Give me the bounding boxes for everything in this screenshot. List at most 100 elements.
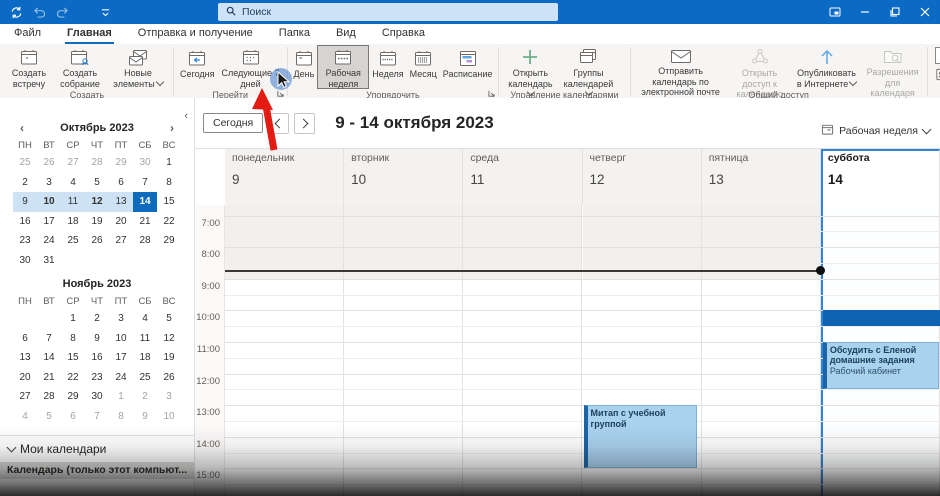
mini-day[interactable]: 21: [133, 212, 157, 232]
mini-day[interactable]: 17: [37, 212, 61, 232]
day-header[interactable]: среда11: [463, 149, 582, 205]
mini-day[interactable]: 10: [109, 329, 133, 349]
next-month-button[interactable]: ›: [165, 120, 179, 136]
collapse-pane-icon[interactable]: ‹: [184, 110, 188, 122]
send-receive-icon[interactable]: [10, 6, 23, 19]
email-calendar-button[interactable]: Отправить календарь по электронной почте: [634, 45, 728, 89]
mini-day[interactable]: 12: [157, 329, 181, 349]
tab-file[interactable]: Файл: [12, 25, 43, 44]
mini-day[interactable]: 12: [85, 192, 109, 212]
mini-day[interactable]: 1: [61, 309, 85, 329]
mini-day[interactable]: 18: [133, 348, 157, 368]
new-items-button[interactable]: Новые элементы: [106, 45, 170, 89]
address-book-button[interactable]: Адресная книга: [935, 68, 940, 84]
mini-day[interactable]: 23: [85, 368, 109, 388]
mini-day[interactable]: 26: [37, 153, 61, 173]
mini-day[interactable]: 27: [13, 387, 37, 407]
tab-view[interactable]: Вид: [334, 25, 358, 44]
view-schedule-button[interactable]: Расписание: [440, 45, 496, 89]
mini-day[interactable]: 6: [13, 329, 37, 349]
calendar-groups-button[interactable]: Группы календарей: [558, 45, 618, 89]
mini-day[interactable]: 25: [133, 368, 157, 388]
mini-day[interactable]: 24: [109, 368, 133, 388]
mini-day[interactable]: 14: [37, 348, 61, 368]
mini-day[interactable]: 5: [157, 309, 181, 329]
tab-help[interactable]: Справка: [380, 25, 427, 44]
new-appointment-button[interactable]: Создать встречу: [4, 45, 54, 89]
mini-day[interactable]: 11: [61, 192, 85, 212]
day-header[interactable]: пятница13: [702, 149, 821, 205]
prev-month-button[interactable]: ‹: [15, 120, 29, 136]
day-header[interactable]: понедельник9: [225, 149, 344, 205]
ribbon-display-options-icon[interactable]: [820, 0, 850, 24]
mini-day[interactable]: 25: [13, 153, 37, 173]
calendar-event[interactable]: Митап с учебной группой: [584, 405, 697, 468]
mini-day[interactable]: 8: [61, 329, 85, 349]
view-month-button[interactable]: Месяц: [407, 45, 440, 89]
mini-day[interactable]: 7: [85, 407, 109, 427]
mini-day[interactable]: 13: [109, 192, 133, 212]
mini-day[interactable]: 2: [85, 309, 109, 329]
mini-day[interactable]: 27: [109, 231, 133, 251]
mini-day[interactable]: 7: [37, 329, 61, 349]
mini-day[interactable]: 9: [85, 329, 109, 349]
mini-day[interactable]: 1: [157, 153, 181, 173]
view-selector[interactable]: Рабочая неделя: [821, 123, 930, 139]
mini-day[interactable]: 30: [85, 387, 109, 407]
mini-day[interactable]: 9: [133, 407, 157, 427]
today-button[interactable]: Сегодня: [203, 113, 263, 133]
mini-day[interactable]: 30: [13, 251, 37, 271]
mini-day[interactable]: 11: [133, 329, 157, 349]
mini-day[interactable]: 23: [13, 231, 37, 251]
mini-day[interactable]: 5: [85, 173, 109, 193]
view-work-week-button[interactable]: Рабочая неделя: [317, 45, 369, 89]
mini-day[interactable]: 1: [109, 387, 133, 407]
mini-day[interactable]: 16: [85, 348, 109, 368]
mini-day[interactable]: 31: [37, 251, 61, 271]
mini-day[interactable]: 28: [85, 153, 109, 173]
view-day-button[interactable]: День: [291, 45, 318, 89]
tab-home[interactable]: Главная: [65, 25, 114, 44]
mini-day[interactable]: 3: [109, 309, 133, 329]
back-button[interactable]: [268, 113, 289, 134]
mini-day[interactable]: 24: [37, 231, 61, 251]
mini-day[interactable]: 19: [85, 212, 109, 232]
mini-day[interactable]: 10: [157, 407, 181, 427]
mini-day[interactable]: 4: [133, 309, 157, 329]
mini-day[interactable]: 29: [109, 153, 133, 173]
mini-day[interactable]: 19: [157, 348, 181, 368]
qat-customize-icon[interactable]: [101, 8, 110, 17]
mini-day[interactable]: 2: [13, 173, 37, 193]
mini-day[interactable]: 29: [61, 387, 85, 407]
minimize-button[interactable]: [850, 0, 880, 24]
go-today-button[interactable]: Сегодня: [177, 45, 218, 89]
mini-day[interactable]: 7: [133, 173, 157, 193]
day-header[interactable]: четверг12: [583, 149, 702, 205]
mini-day[interactable]: 22: [61, 368, 85, 388]
mini-day[interactable]: 14: [133, 192, 157, 212]
undo-icon[interactable]: [33, 7, 46, 18]
mini-day[interactable]: 4: [13, 407, 37, 427]
open-calendar-button[interactable]: Открыть календарь: [502, 45, 558, 89]
mini-day[interactable]: 10: [37, 192, 61, 212]
mini-day[interactable]: 16: [13, 212, 37, 232]
mini-day[interactable]: 3: [157, 387, 181, 407]
mini-day[interactable]: 17: [109, 348, 133, 368]
calendar-list-item[interactable]: Календарь (только этот компьют...: [0, 462, 194, 479]
close-button[interactable]: [910, 0, 940, 24]
my-calendars-header[interactable]: Мои календари: [0, 442, 194, 456]
mini-day[interactable]: 20: [13, 368, 37, 388]
tab-folder[interactable]: Папка: [277, 25, 312, 44]
mini-day[interactable]: 27: [61, 153, 85, 173]
mini-day[interactable]: 25: [61, 231, 85, 251]
mini-day[interactable]: 28: [133, 231, 157, 251]
mini-day[interactable]: 15: [61, 348, 85, 368]
mini-day[interactable]: 5: [37, 407, 61, 427]
calendar-event[interactable]: Обсудить с Еленой домашние заданияРабочи…: [823, 342, 939, 389]
maximize-button[interactable]: [880, 0, 910, 24]
mini-day[interactable]: 20: [109, 212, 133, 232]
mini-day[interactable]: 6: [109, 173, 133, 193]
day-header[interactable]: суббота14: [821, 149, 940, 205]
mini-day[interactable]: 2: [133, 387, 157, 407]
mini-day[interactable]: 26: [157, 368, 181, 388]
